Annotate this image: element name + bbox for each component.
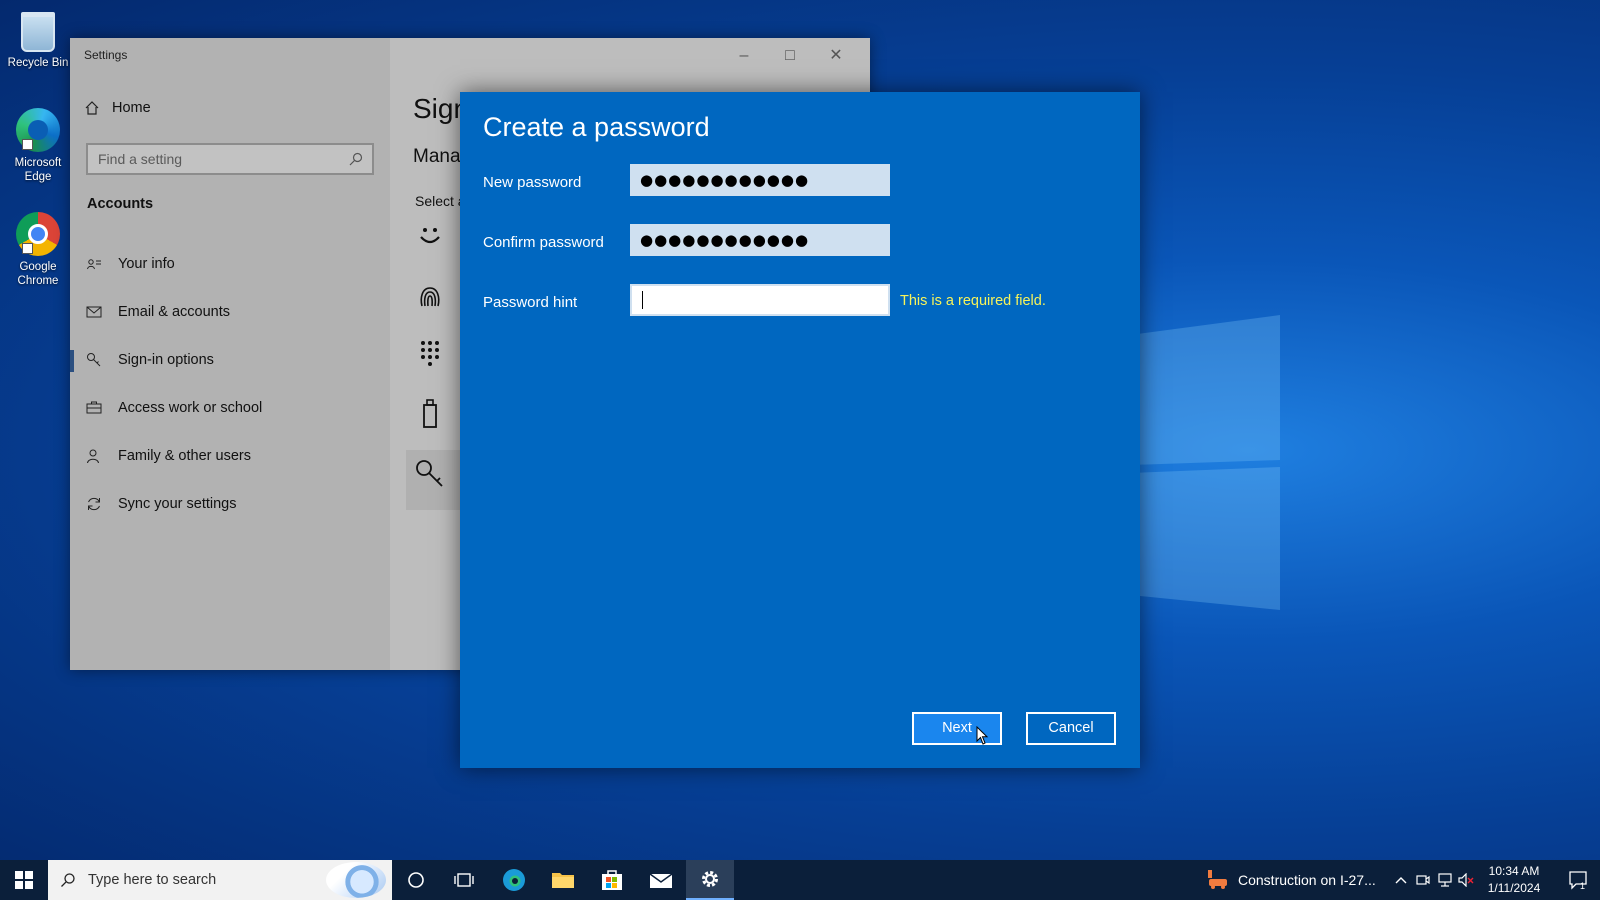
key-icon	[87, 353, 101, 367]
person-card-icon	[87, 259, 101, 270]
sidebar-item-access-work[interactable]: Access work or school	[86, 388, 376, 428]
taskbar-mail[interactable]	[637, 860, 685, 900]
show-hidden-icons-button[interactable]	[1390, 860, 1412, 900]
tray-meet-button[interactable]	[1412, 860, 1434, 900]
desktop-icon-chrome[interactable]: Google Chrome	[2, 212, 74, 288]
page-select-text: Select a	[415, 193, 466, 209]
taskbar: Type here to search Construction on I-27…	[0, 860, 1600, 900]
sidebar-item-sync[interactable]: Sync your settings	[86, 484, 376, 524]
new-password-label: New password	[483, 174, 582, 191]
weather-news-text: Construction on I-27...	[1238, 872, 1376, 888]
window-title: Settings	[84, 48, 128, 62]
tray-volume-button[interactable]	[1456, 860, 1476, 900]
sidebar-item-family[interactable]: Family & other users	[86, 436, 376, 476]
chevron-up-icon	[1395, 877, 1407, 884]
required-field-message: This is a required field.	[900, 293, 1046, 309]
taskbar-search-placeholder: Type here to search	[88, 872, 217, 888]
close-button[interactable]: ✕	[813, 42, 859, 70]
find-setting-placeholder: Find a setting	[98, 151, 183, 167]
task-view-icon	[454, 873, 474, 887]
search-icon	[61, 873, 75, 887]
search-icon	[349, 152, 363, 166]
clock-date: 1/11/2024	[1487, 881, 1541, 895]
taskbar-search-box[interactable]: Type here to search	[48, 860, 392, 900]
home-link[interactable]: Home	[84, 100, 151, 116]
find-setting-input[interactable]: Find a setting	[86, 143, 374, 175]
clock-time: 10:34 AM	[1488, 864, 1540, 878]
dialog-title: Create a password	[483, 112, 710, 142]
page-subtitle: Mana	[413, 146, 461, 167]
sidebar-item-label: Sync your settings	[118, 496, 237, 512]
new-password-field[interactable]: ●●●●●●●●●●●●	[630, 164, 890, 196]
search-highlight-image	[326, 862, 386, 898]
face-icon[interactable]	[414, 220, 446, 252]
password-hint-label: Password hint	[483, 294, 578, 311]
cancel-button[interactable]: Cancel	[1026, 712, 1116, 745]
store-icon	[602, 870, 622, 890]
taskbar-edge[interactable]	[490, 860, 538, 900]
sidebar-item-your-info[interactable]: Your info	[86, 244, 376, 284]
maximize-button[interactable]: □	[767, 42, 813, 70]
chrome-icon	[16, 212, 60, 256]
file-explorer-icon	[552, 873, 574, 888]
meet-now-icon	[1416, 875, 1430, 885]
settings-sidebar: Settings Home Find a setting Accounts Yo…	[70, 38, 390, 670]
taskbar-settings[interactable]	[686, 860, 734, 900]
sidebar-item-label: Sign-in options	[118, 352, 214, 368]
mail-icon	[649, 873, 673, 888]
sidebar-item-label: Access work or school	[118, 400, 263, 416]
start-button[interactable]	[0, 860, 48, 900]
sync-icon	[88, 497, 100, 511]
edge-icon	[503, 869, 525, 891]
sidebar-item-email-accounts[interactable]: Email & accounts	[86, 292, 376, 332]
section-heading: Accounts	[87, 196, 154, 212]
taskbar-store[interactable]	[588, 860, 636, 900]
confirm-password-label: Confirm password	[483, 234, 604, 251]
settings-gear-icon	[702, 871, 718, 887]
action-center-button[interactable]: 1	[1556, 860, 1600, 900]
clock[interactable]: 10:34 AM 1/11/2024	[1474, 863, 1554, 897]
sidebar-item-label: Family & other users	[118, 448, 251, 464]
windows-start-icon	[15, 871, 33, 889]
mouse-cursor-icon	[976, 726, 989, 745]
taskbar-file-explorer[interactable]	[539, 860, 587, 900]
network-icon	[1438, 873, 1452, 887]
confirm-password-field[interactable]: ●●●●●●●●●●●●	[630, 224, 890, 256]
cortana-button[interactable]	[392, 860, 440, 900]
pin-icon[interactable]	[414, 338, 446, 370]
home-icon	[85, 101, 99, 115]
desktop-icon-edge[interactable]: Microsoft Edge	[2, 108, 74, 184]
home-label: Home	[112, 100, 151, 116]
text-caret	[642, 291, 643, 309]
mail-icon	[86, 306, 102, 318]
briefcase-icon	[86, 401, 102, 414]
windows-logo-wallpaper	[1130, 315, 1280, 610]
edge-icon	[16, 108, 60, 152]
weather-news-widget[interactable]: Construction on I-27...	[1206, 860, 1376, 900]
minimize-button[interactable]: –	[721, 42, 767, 70]
task-view-button[interactable]	[440, 860, 488, 900]
security-key-icon[interactable]	[414, 398, 446, 430]
password-key-icon[interactable]	[414, 458, 446, 490]
notification-icon: 1	[1569, 871, 1587, 890]
cortana-icon	[408, 872, 424, 888]
volume-muted-icon	[1458, 873, 1474, 887]
sidebar-item-sign-in-options[interactable]: Sign-in options	[70, 340, 376, 380]
password-hint-field[interactable]	[630, 284, 890, 316]
recycle-bin-icon	[21, 12, 55, 52]
fingerprint-icon[interactable]	[414, 280, 446, 312]
desktop-icon-recycle-bin[interactable]: Recycle Bin	[2, 8, 74, 70]
create-password-dialog: Create a password New password ●●●●●●●●●…	[460, 92, 1140, 768]
notification-count: 1	[1580, 881, 1585, 890]
sidebar-item-label: Your info	[118, 256, 175, 272]
sidebar-item-label: Email & accounts	[118, 304, 231, 320]
person-add-icon	[87, 449, 99, 464]
tray-network-button[interactable]	[1434, 860, 1456, 900]
traffic-alert-icon	[1208, 870, 1227, 889]
